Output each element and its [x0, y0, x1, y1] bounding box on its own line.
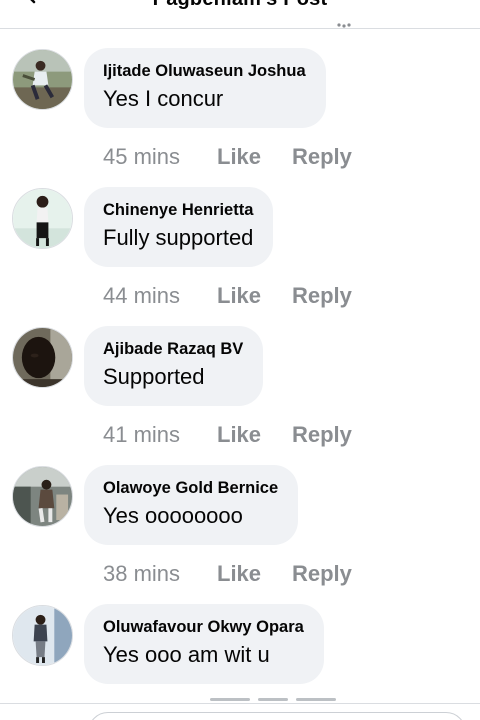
comment-bubble[interactable]: Ijitade Oluwaseun Joshua Yes I concur: [84, 48, 326, 128]
avatar[interactable]: [12, 605, 73, 666]
comment-bubble[interactable]: Chinenye Henrietta Fully supported: [84, 187, 274, 267]
comment-author[interactable]: Ajibade Razaq BV: [103, 339, 243, 359]
avatar[interactable]: [12, 49, 73, 110]
comment-item: Ajibade Razaq BV Supported 41 mins Like …: [0, 326, 480, 466]
comment-actions: 44 mins Like Reply: [103, 282, 352, 310]
comment-bubble[interactable]: Ajibade Razaq BV Supported: [84, 326, 264, 406]
comment-text: Fully supported: [103, 225, 254, 250]
reply-button[interactable]: Reply: [292, 144, 352, 170]
comment-actions: 45 mins Like Reply: [103, 143, 352, 171]
comment-timestamp: 44 mins: [103, 283, 181, 308]
like-button[interactable]: Like: [217, 422, 292, 448]
comment-author[interactable]: Ijitade Oluwaseun Joshua: [103, 61, 306, 81]
comment-text: Yes oooooooo: [103, 503, 243, 528]
comment-item: Ijitade Oluwaseun Joshua Yes I concur 45…: [0, 48, 480, 188]
comment-bubble[interactable]: Olawoye Gold Bernice Yes oooooooo: [84, 465, 299, 545]
comment-author[interactable]: Chinenye Henrietta: [103, 200, 253, 220]
like-button[interactable]: Like: [217, 561, 292, 587]
reply-button[interactable]: Reply: [292, 283, 352, 309]
avatar[interactable]: [12, 327, 73, 388]
comment-timestamp: 38 mins: [103, 561, 181, 586]
more-dots-icon[interactable]: [336, 18, 352, 28]
comment-timestamp: 41 mins: [103, 422, 181, 447]
comment-author[interactable]: Olawoye Gold Bernice: [103, 478, 278, 498]
comment-text: Yes I concur: [103, 86, 224, 111]
comment-item: Chinenye Henrietta Fully supported 44 mi…: [0, 187, 480, 327]
comment-text: Supported: [103, 364, 205, 389]
write-comment-input[interactable]: [88, 712, 466, 720]
page-title: Pagbeniam's Post: [0, 0, 480, 11]
avatar[interactable]: [12, 188, 73, 249]
comment-item: Olawoye Gold Bernice Yes oooooooo 38 min…: [0, 465, 480, 605]
comment-timestamp: 45 mins: [103, 144, 181, 169]
top-bar: Pagbeniam's Post: [0, 0, 480, 29]
avatar[interactable]: [12, 466, 73, 527]
comment-text: Yes ooo am wit u: [103, 642, 270, 667]
post-comments-screen: Pagbeniam's Post Ijitade Oluwaseun Joshu…: [0, 0, 480, 720]
comment-composer: [0, 703, 480, 720]
comment-bubble[interactable]: Oluwafavour Okwy Opara Yes ooo am wit u: [84, 604, 324, 684]
like-button[interactable]: Like: [217, 283, 292, 309]
comment-actions: 41 mins Like Reply: [103, 421, 352, 449]
comment-actions: 38 mins Like Reply: [103, 560, 352, 588]
reply-button[interactable]: Reply: [292, 422, 352, 448]
reply-button[interactable]: Reply: [292, 561, 352, 587]
comment-author[interactable]: Oluwafavour Okwy Opara: [103, 617, 304, 637]
like-button[interactable]: Like: [217, 144, 292, 170]
partially-hidden-actions: [210, 698, 340, 702]
